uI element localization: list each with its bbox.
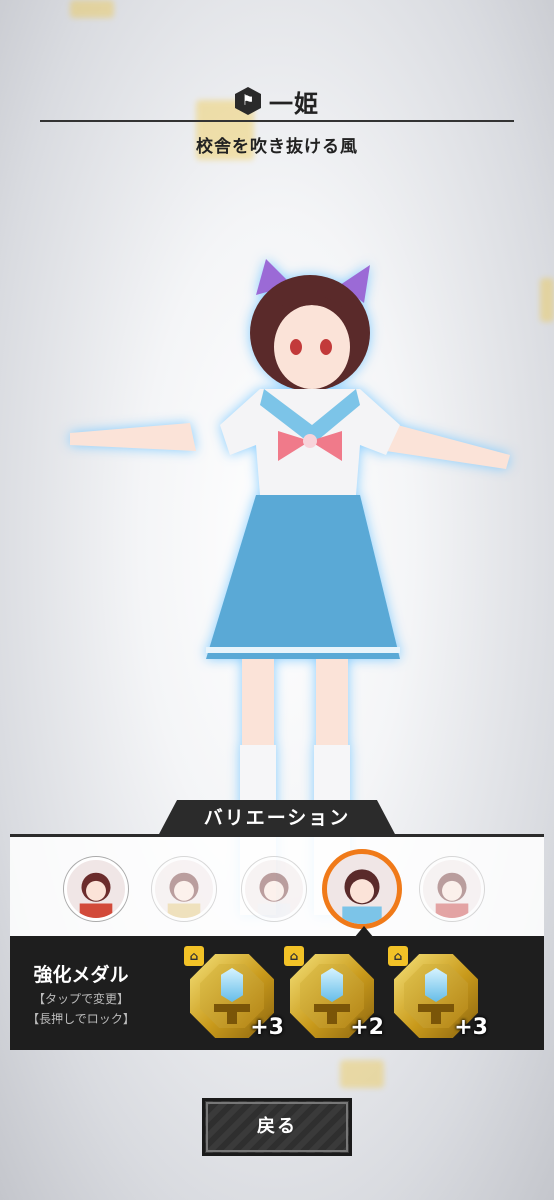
variation-portrait-icon (167, 872, 201, 918)
medal-slot-1[interactable]: ⌂ +3 (184, 946, 284, 1040)
medal-hint-hold: 【長押しでロック】 (27, 1012, 135, 1026)
header: ⚑ 一姫 校舎を吹き抜ける風 (0, 84, 554, 157)
medal-hint-tap: 【タップで変更】 (32, 992, 129, 1006)
variation-thumb-2[interactable] (152, 857, 216, 921)
variation-thumb-1[interactable] (64, 857, 128, 921)
medal-level: +2 (350, 1015, 384, 1040)
enhance-medal-panel: 強化メダル 【タップで変更】 【長押しでロック】 ⌂ +3 ⌂ +2 ⌂ +3 (10, 936, 544, 1050)
crystal-icon (321, 968, 343, 1002)
header-divider (40, 120, 514, 122)
variation-portrait-icon (79, 872, 113, 918)
variation-thumb-4-selected[interactable] (322, 849, 402, 929)
arm-right (386, 423, 510, 469)
variation-portrait-icon (435, 872, 469, 918)
variation-portrait-icon (257, 872, 291, 918)
outfit-name: 校舎を吹き抜ける風 (196, 137, 358, 157)
medal-title: 強化メダル (33, 964, 129, 986)
arm-left (70, 423, 196, 451)
lock-icon: ⌂ (284, 946, 304, 966)
lock-icon: ⌂ (388, 946, 408, 966)
face (274, 305, 350, 389)
medal-slot-2[interactable]: ⌂ +2 (284, 946, 384, 1040)
variation-thumb-3[interactable] (242, 857, 306, 921)
medal-level: +3 (250, 1015, 284, 1040)
name-row: ⚑ 一姫 (0, 84, 554, 118)
character-name: 一姫 (269, 89, 319, 118)
back-button[interactable]: 戻る (202, 1098, 352, 1156)
background-decoration (340, 1060, 384, 1088)
variation-portrait-icon (342, 869, 382, 924)
crystal-icon (425, 968, 447, 1002)
variation-tab: バリエーション (158, 800, 396, 836)
character-hex-icon: ⚑ (235, 87, 261, 115)
lock-icon: ⌂ (184, 946, 204, 966)
crystal-icon (221, 968, 243, 1002)
background-decoration (540, 278, 554, 322)
pleated-skirt (206, 495, 400, 659)
medal-level: +3 (454, 1015, 488, 1040)
background-decoration (70, 0, 114, 18)
medal-slot-3[interactable]: ⌂ +3 (388, 946, 488, 1040)
variation-strip (10, 834, 544, 936)
variation-thumb-5[interactable] (420, 857, 484, 921)
